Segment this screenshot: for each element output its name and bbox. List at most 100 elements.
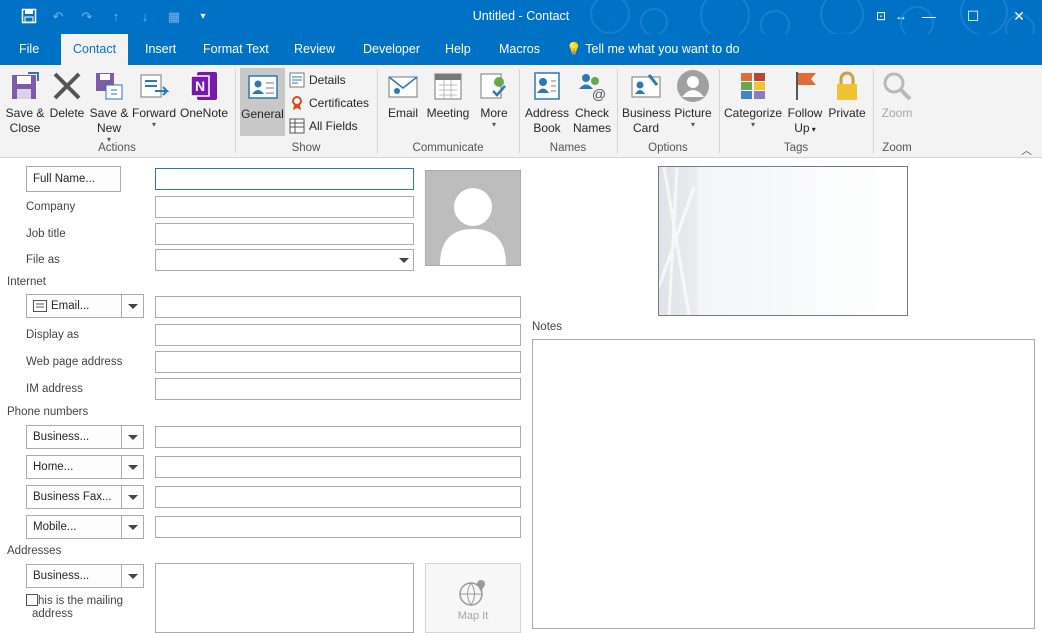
address-card-icon <box>33 300 47 312</box>
details-label: Details <box>309 73 346 87</box>
forward-label: Forward <box>131 106 176 120</box>
company-field[interactable] <box>155 196 414 218</box>
more-button[interactable]: More ▾ <box>476 69 512 129</box>
address-type-button[interactable]: Business... <box>26 564 122 588</box>
contact-card-icon <box>247 75 278 99</box>
group-separator <box>719 69 720 153</box>
tab-contact[interactable]: Contact <box>61 34 129 66</box>
check-names-button[interactable]: @ Check Names <box>572 69 612 136</box>
im-address-label: IM address <box>26 383 83 395</box>
check-names-label-2: Names <box>572 121 611 135</box>
group-show-label: Show <box>291 142 321 154</box>
web-page-field[interactable] <box>155 351 521 373</box>
im-address-field[interactable] <box>155 378 521 400</box>
group-separator <box>617 69 618 153</box>
chevron-down-icon: ▾ <box>690 120 695 129</box>
business-card-preview[interactable] <box>658 166 908 316</box>
phone-type-button-fax[interactable]: Business Fax... <box>26 485 122 509</box>
phone-dropdown-arrow[interactable] <box>121 485 144 509</box>
address-dropdown-arrow[interactable] <box>121 564 144 588</box>
address-textarea[interactable] <box>155 563 414 633</box>
group-separator <box>235 69 236 153</box>
email-button[interactable]: Email <box>384 69 422 121</box>
email-select-label: Email... <box>51 300 90 312</box>
collapse-ribbon-icon[interactable]: ︿ <box>1021 142 1032 158</box>
forward-button[interactable]: Forward ▾ <box>130 69 178 129</box>
phone-field-mobile[interactable] <box>155 516 521 538</box>
maximize-button[interactable]: ☐ <box>958 4 988 28</box>
onenote-button[interactable]: N OneNote <box>178 69 230 121</box>
tab-help[interactable]: Help <box>435 34 481 65</box>
close-button[interactable]: ✕ <box>1004 4 1034 28</box>
categorize-button[interactable]: Categorize ▾ <box>722 69 784 129</box>
picture-button[interactable]: Picture ▾ <box>672 69 714 129</box>
certificates-button[interactable]: Certificates <box>289 93 369 113</box>
save-close-button[interactable]: Save & Close <box>4 69 46 136</box>
save-new-button[interactable]: Save & New ▾ <box>88 69 130 144</box>
notes-textarea[interactable] <box>532 339 1035 629</box>
display-as-label: Display as <box>26 329 80 341</box>
tab-format-text[interactable]: Format Text <box>193 34 279 65</box>
mailing-address-checkbox[interactable] <box>26 594 38 606</box>
email-select-button[interactable]: Email... <box>26 294 122 318</box>
address-book-label-2: Book <box>533 121 561 135</box>
phone-field-business[interactable] <box>155 426 521 448</box>
chevron-down-icon: ▾ <box>750 120 755 129</box>
picture-label: Picture <box>674 106 712 120</box>
onenote-label: OneNote <box>179 106 229 120</box>
resize-icon[interactable]: ↔ <box>886 4 916 28</box>
tab-macros[interactable]: Macros <box>489 34 550 65</box>
group-separator <box>873 69 874 153</box>
tell-me-text: Tell me what you want to do <box>585 42 740 56</box>
save-close-label-2: Close <box>9 121 41 135</box>
tell-me-box[interactable]: 💡 Tell me what you want to do <box>566 34 740 65</box>
save-new-label-1: Save & <box>89 106 129 120</box>
details-button[interactable]: Details <box>289 70 346 90</box>
tab-insert[interactable]: Insert <box>135 34 186 65</box>
email-field[interactable] <box>155 296 521 318</box>
file-as-select[interactable] <box>155 249 414 271</box>
tab-developer[interactable]: Developer <box>353 34 430 65</box>
delete-button[interactable]: Delete <box>48 69 86 121</box>
full-name-button[interactable]: Full Name... <box>26 166 121 192</box>
save-new-label-2: New <box>96 121 121 135</box>
phone-section-label: Phone numbers <box>7 406 89 418</box>
phone-field-home[interactable] <box>155 456 521 478</box>
minimize-button[interactable]: — <box>914 4 944 28</box>
general-button[interactable]: General <box>240 68 285 136</box>
zoom-label: Zoom <box>881 106 913 120</box>
meeting-button[interactable]: Meeting <box>424 69 472 121</box>
address-book-button[interactable]: Address Book <box>524 69 570 136</box>
phone-dropdown-arrow[interactable] <box>121 515 144 539</box>
phone-field-fax[interactable] <box>155 486 521 508</box>
all-fields-button[interactable]: All Fields <box>289 116 358 136</box>
phone-type-button-business[interactable]: Business... <box>26 425 122 449</box>
tab-review[interactable]: Review <box>284 34 345 65</box>
meeting-label: Meeting <box>426 106 470 120</box>
phone-type-button-mobile[interactable]: Mobile... <box>26 515 122 539</box>
business-card-button[interactable]: Business Card <box>622 69 671 136</box>
chevron-down-icon: ▾ <box>491 120 496 129</box>
phone-dropdown-arrow[interactable] <box>121 455 144 479</box>
email-dropdown-arrow[interactable] <box>121 294 144 318</box>
chevron-down-icon <box>399 258 409 263</box>
job-title-field[interactable] <box>155 223 414 245</box>
certificates-label: Certificates <box>309 96 370 110</box>
map-it-button[interactable]: Map It <box>425 563 521 633</box>
check-names-icon: @ <box>579 74 606 102</box>
private-button[interactable]: Private <box>826 69 868 121</box>
tab-file[interactable]: File <box>9 34 49 65</box>
full-name-field[interactable] <box>155 168 414 190</box>
business-card-label-2: Card <box>632 121 659 135</box>
person-placeholder-icon <box>440 188 506 265</box>
zoom-button[interactable]: Zoom <box>878 69 916 121</box>
contact-photo[interactable] <box>425 170 521 266</box>
categorize-label: Categorize <box>723 106 783 120</box>
more-icon <box>480 73 506 99</box>
all-fields-icon <box>289 118 305 134</box>
forward-icon <box>140 74 170 98</box>
phone-type-button-home[interactable]: Home... <box>26 455 122 479</box>
follow-up-button[interactable]: Follow Up ▾ <box>786 69 824 137</box>
display-as-field[interactable] <box>155 324 521 346</box>
phone-dropdown-arrow[interactable] <box>121 425 144 449</box>
